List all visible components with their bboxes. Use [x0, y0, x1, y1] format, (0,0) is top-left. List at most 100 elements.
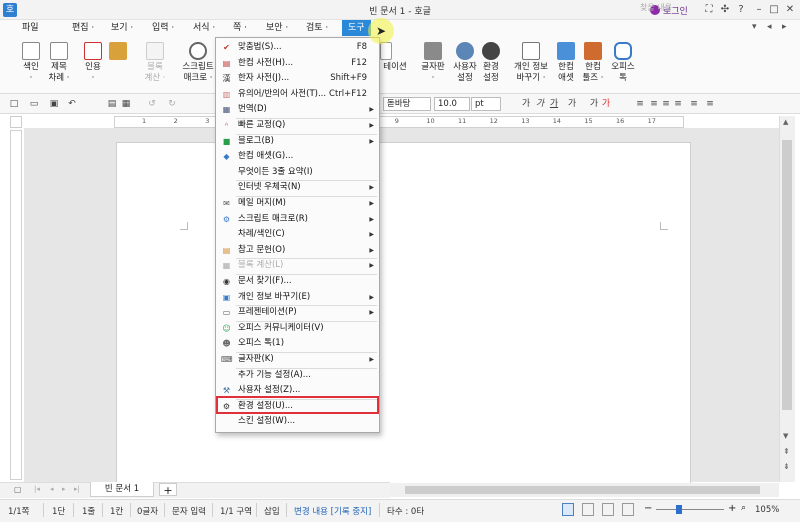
- menu-item-4[interactable]: ▦ 번역(D) ▶: [216, 102, 379, 118]
- search-next-icon[interactable]: ▸: [782, 22, 787, 32]
- status-track-changes[interactable]: 변경 내용 [기록 중지]: [294, 505, 371, 517]
- strikethrough-icon[interactable]: 가: [566, 98, 578, 110]
- menu-edit[interactable]: 편집 ·: [72, 20, 94, 36]
- menu-item-17[interactable]: ▭ 프레젠테이션(P) ▶: [216, 305, 379, 321]
- office-talk-button[interactable]: 오피스 톡: [608, 42, 638, 84]
- menu-file[interactable]: 파일: [22, 20, 39, 36]
- undo-icon[interactable]: ↶: [66, 98, 78, 110]
- status-input-mode[interactable]: 문자 입력: [172, 505, 206, 517]
- preview-icon[interactable]: ▦: [120, 98, 132, 110]
- menu-item-10[interactable]: ✉ 메일 머지(M) ▶: [216, 196, 379, 212]
- menu-item-24[interactable]: 스킨 설정(W)...: [216, 414, 379, 430]
- vertical-ruler[interactable]: [10, 130, 22, 480]
- keyboard-button[interactable]: 글자판 ·: [419, 42, 447, 84]
- open-folder-icon[interactable]: ▭: [28, 98, 40, 110]
- toc-button[interactable]: 제목 차례 ·: [46, 42, 72, 84]
- distribute-icon[interactable]: ≡: [688, 98, 700, 110]
- new-doc-icon[interactable]: □: [8, 98, 20, 110]
- font-name-input[interactable]: 돋바탕: [383, 97, 431, 111]
- add-tab-button[interactable]: +: [159, 483, 177, 497]
- menu-item-3[interactable]: ▥ 유의어/반의어 사전(T)... Ctrl+F12: [216, 87, 379, 103]
- document-page[interactable]: [116, 142, 691, 487]
- hancom-tools-button[interactable]: 한컴 툴즈 ·: [580, 42, 606, 84]
- menu-item-7[interactable]: ◆ 한컴 애셋(G)...: [216, 149, 379, 165]
- maximize-button[interactable]: □: [767, 2, 781, 17]
- italic-icon[interactable]: 가: [534, 98, 546, 110]
- status-page[interactable]: 1/1쪽: [8, 505, 30, 517]
- menu-item-9[interactable]: 인터넷 우체국(N) ▶: [216, 180, 379, 196]
- menu-item-19[interactable]: ☻ 오피스 톡(1): [216, 336, 379, 352]
- script-macro-button[interactable]: 스크립트 매크로 ·: [180, 42, 216, 84]
- menu-item-18[interactable]: ☺ 오피스 커뮤니케이터(V): [216, 321, 379, 337]
- menu-insert[interactable]: 입력 ·: [152, 20, 174, 36]
- minimize-button[interactable]: –: [752, 2, 766, 17]
- privacy-button[interactable]: 개인 정보 바꾸기 ·: [512, 42, 550, 84]
- menu-item-12[interactable]: 차례/색인(C) ▶: [216, 227, 379, 243]
- menu-item-2[interactable]: 漢 한자 사전(J)... Shift+F9: [216, 71, 379, 87]
- menu-item-8[interactable]: 무엇이든 3줄 요약(I): [216, 165, 379, 181]
- zoom-out-icon[interactable]: −: [644, 503, 652, 514]
- menu-item-0[interactable]: ✔ 맞춤법(S)... F8: [216, 40, 379, 56]
- menu-review[interactable]: 검토 ·: [306, 20, 328, 36]
- scroll-up-icon[interactable]: ▲: [783, 118, 788, 126]
- menu-item-20[interactable]: ⌨ 글자판(K) ▶: [216, 352, 379, 368]
- menu-item-1[interactable]: ▤ 한컴 사전(H)... F12: [216, 56, 379, 72]
- align-right-icon[interactable]: ≡: [672, 98, 684, 110]
- horizontal-ruler[interactable]: [114, 116, 684, 128]
- menu-item-11[interactable]: ⚙ 스크립트 매크로(R) ▶: [216, 212, 379, 228]
- print-icon[interactable]: ▤: [106, 98, 118, 110]
- tab-list-icon[interactable]: ▢: [14, 485, 22, 494]
- view-page-icon[interactable]: [562, 503, 574, 516]
- align-left-icon[interactable]: ≡: [648, 98, 660, 110]
- menu-item-15[interactable]: ◉ 문서 찾기(F)...: [216, 274, 379, 290]
- zoom-level[interactable]: 105%: [755, 505, 779, 515]
- menu-item-14[interactable]: ▦ 블록 계산(L) ▶: [216, 258, 379, 274]
- citation-button[interactable]: 인용 ·: [80, 42, 106, 84]
- presentation-button[interactable]: 테이션: [380, 42, 410, 73]
- tab-prev-icon[interactable]: ◂: [50, 485, 54, 493]
- search-prev-icon[interactable]: ◂: [767, 22, 772, 32]
- zoom-magnifier-icon[interactable]: ⌕: [741, 503, 746, 513]
- vertical-scroll-thumb[interactable]: [782, 140, 792, 410]
- menu-view[interactable]: 보기 ·: [111, 20, 133, 36]
- scroll-down-icon[interactable]: ▼: [783, 432, 788, 440]
- index-button[interactable]: 색인 ·: [18, 42, 44, 84]
- font-unit-select[interactable]: pt: [471, 97, 501, 111]
- menu-item-6[interactable]: ■ 블로그(B) ▶: [216, 134, 379, 150]
- bibliography-tool-button[interactable]: [106, 42, 130, 62]
- zoom-in-icon[interactable]: +: [728, 503, 736, 514]
- status-insert-mode[interactable]: 삽입: [264, 505, 280, 517]
- view-multi-icon[interactable]: [622, 503, 634, 516]
- hancom-asset-button[interactable]: 한컴 애셋: [554, 42, 578, 84]
- search-input[interactable]: 찾을 내용: [640, 2, 750, 14]
- page-down-icon[interactable]: ⇟: [783, 462, 790, 471]
- horizontal-scroll-thumb[interactable]: [405, 486, 760, 494]
- align-justify-icon[interactable]: ≡: [634, 98, 646, 110]
- superscript-icon[interactable]: 가: [588, 98, 600, 110]
- search-dropdown-icon[interactable]: ▾: [752, 22, 757, 32]
- page-up-icon[interactable]: ⇞: [783, 447, 790, 456]
- ruler-corner[interactable]: [10, 116, 22, 128]
- align-center-icon[interactable]: ≡: [660, 98, 672, 110]
- menu-tools[interactable]: 도구: [342, 20, 371, 36]
- bold-icon[interactable]: 가: [520, 98, 532, 110]
- preferences-button[interactable]: 환경 설정: [478, 42, 504, 84]
- user-settings-button[interactable]: 사용자 설정: [451, 42, 479, 84]
- menu-security[interactable]: 보안 ·: [266, 20, 288, 36]
- menu-page[interactable]: 쪽 ·: [233, 20, 247, 36]
- underline-icon[interactable]: 가: [548, 98, 560, 110]
- menu-item-13[interactable]: ▤ 참고 문헌(O) ▶: [216, 243, 379, 259]
- zoom-slider-thumb[interactable]: [676, 505, 682, 514]
- tab-document-1[interactable]: 빈 문서 1: [90, 482, 154, 497]
- font-size-input[interactable]: 10.0: [434, 97, 470, 111]
- menu-item-5[interactable]: ᴬ 빠른 교정(Q) ▶: [216, 118, 379, 134]
- tab-first-icon[interactable]: |◂: [34, 485, 40, 493]
- menu-item-16[interactable]: ▣ 개인 정보 바꾸기(E) ▶: [216, 290, 379, 306]
- close-button[interactable]: ✕: [783, 2, 797, 17]
- zoom-slider-track[interactable]: [656, 509, 724, 510]
- redo-arrow-icon[interactable]: ↻: [166, 98, 178, 110]
- save-icon[interactable]: ▣: [48, 98, 60, 110]
- menu-format[interactable]: 서식 ·: [193, 20, 215, 36]
- menu-item-21[interactable]: 추가 기능 설정(A)...: [216, 368, 379, 384]
- divide-icon[interactable]: ≡: [704, 98, 716, 110]
